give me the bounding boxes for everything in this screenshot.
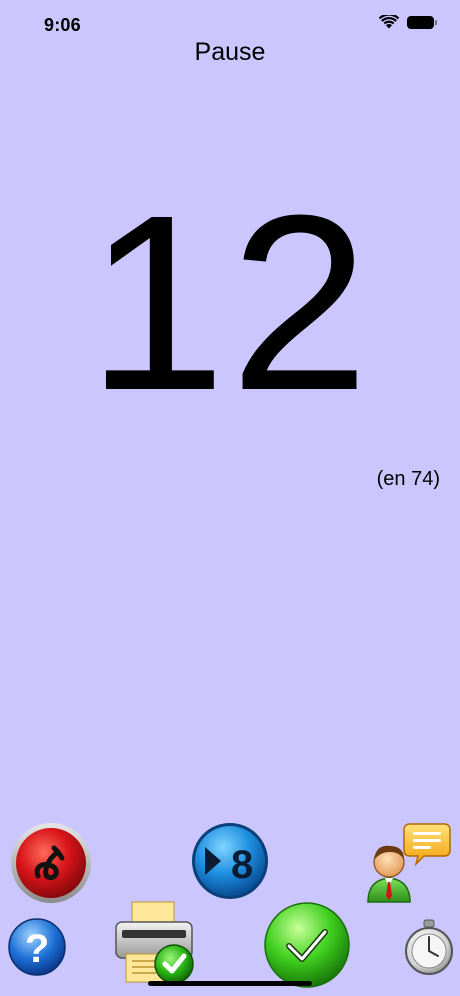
undo-icon [11, 823, 91, 903]
stopwatch-icon [405, 919, 453, 975]
skip-8-button[interactable]: 8 [191, 822, 269, 900]
person-chat-icon [367, 823, 451, 903]
confirm-button[interactable] [264, 902, 350, 988]
battery-icon [407, 15, 437, 29]
undo-button[interactable] [10, 822, 92, 904]
status-time: 9:06 [44, 15, 81, 35]
counter-value: 12 [86, 163, 374, 442]
printer-check-icon [115, 901, 194, 984]
page-title: Pause [194, 38, 266, 66]
print-button[interactable] [110, 900, 198, 984]
wifi-icon [379, 15, 399, 29]
home-indicator [148, 981, 312, 986]
checkmark-icon [264, 902, 350, 988]
svg-text:8: 8 [231, 843, 253, 887]
question-icon: ? [8, 918, 66, 976]
contact-chat-button[interactable] [364, 820, 452, 904]
help-button[interactable]: ? [8, 918, 66, 976]
status-icons [379, 15, 437, 29]
total-count-label: (en 74) [376, 468, 440, 490]
svg-text:?: ? [25, 927, 49, 971]
stopwatch-button[interactable] [403, 918, 455, 976]
skip-8-icon: 8 [192, 823, 268, 899]
